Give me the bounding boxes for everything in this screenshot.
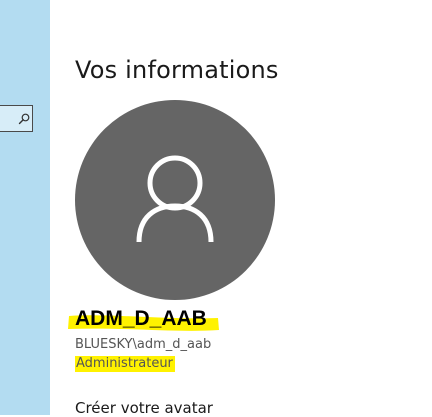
page-title: Vos informations [75,56,279,84]
create-avatar-heading: Créer votre avatar [75,399,213,417]
sidebar [0,0,50,415]
search-box[interactable] [0,105,33,132]
user-icon [136,155,214,243]
domain-username: BLUESKY\adm_d_aab [75,337,212,352]
search-icon[interactable] [18,113,30,125]
avatar [75,100,275,300]
account-name: ADM_D_AAB [75,307,207,330]
account-role: Administrateur [75,356,175,372]
